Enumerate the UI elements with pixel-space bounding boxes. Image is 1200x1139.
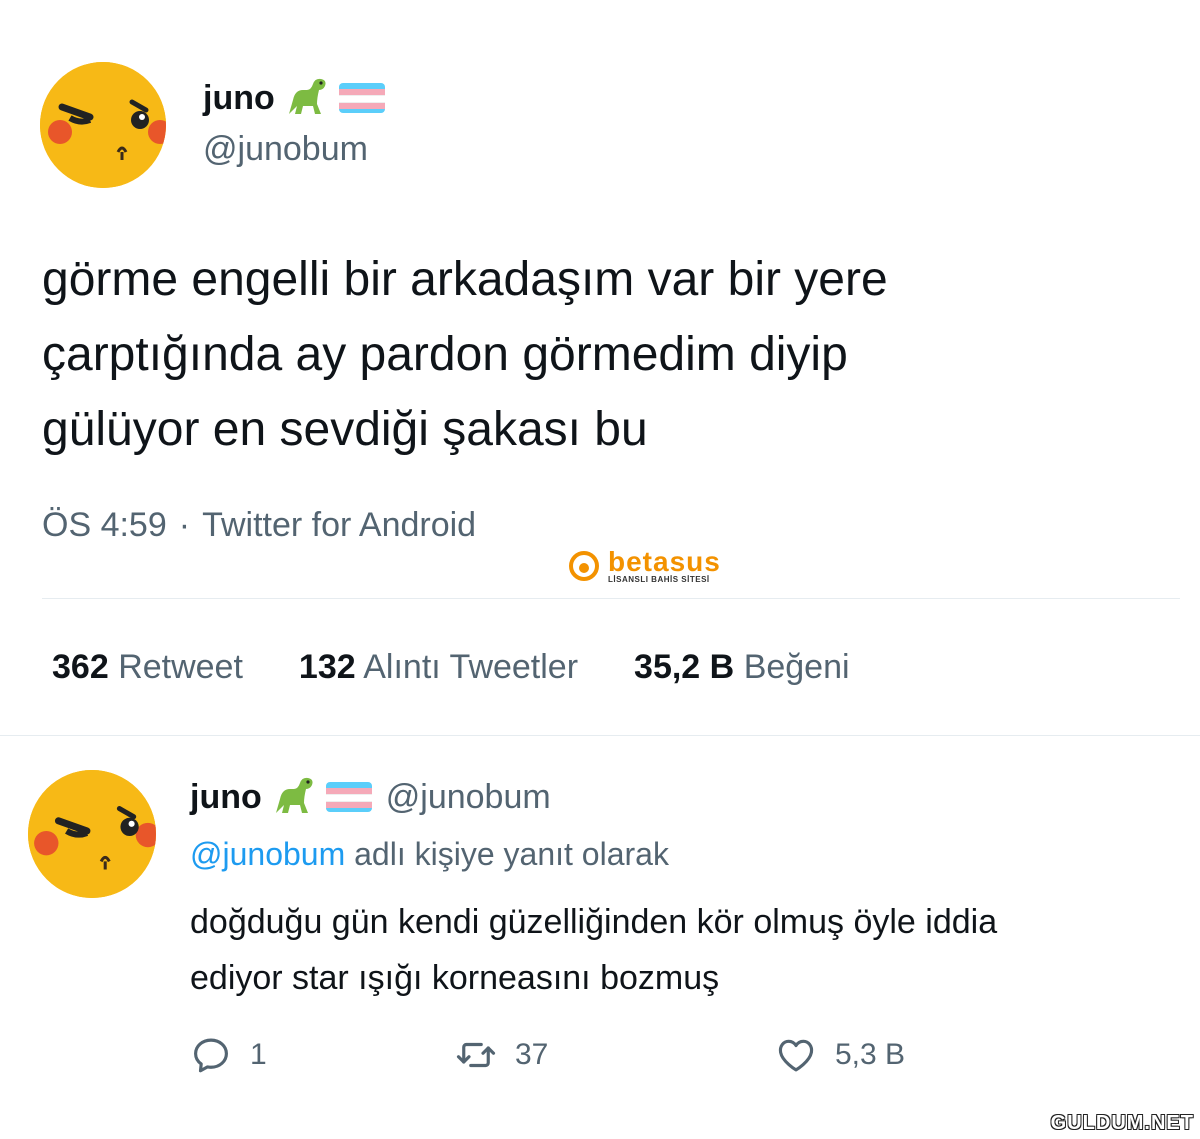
tweet-meta: ÖS 4:59 · Twitter for Android bbox=[42, 506, 476, 545]
tweet-text-line: çarptığında ay pardon görmedim diyip bbox=[42, 328, 848, 381]
tweet-text-line: gülüyor en sevdiği şakası bu bbox=[42, 403, 648, 456]
trans-flag-icon bbox=[325, 782, 372, 812]
reply-text: doğduğu gün kendi güzelliğinden kör olmu… bbox=[190, 894, 997, 1006]
reply-button[interactable]: 1 bbox=[190, 1034, 455, 1076]
tweet-time[interactable]: ÖS 4:59 bbox=[42, 506, 167, 545]
avatar-face-icon bbox=[40, 62, 166, 188]
tweet-source[interactable]: Twitter for Android bbox=[202, 506, 476, 545]
tweet-text-line: görme engelli bir arkadaşım var bir yere bbox=[42, 253, 888, 306]
retweet-count: 37 bbox=[515, 1038, 549, 1071]
reply-actions: 1 37 5,3 B bbox=[190, 1034, 950, 1076]
tweet-text: görme engelli bir arkadaşım var bir yere… bbox=[42, 242, 888, 467]
retweet-stat[interactable]: 362 Retweet bbox=[52, 648, 243, 687]
reply-icon bbox=[194, 1038, 228, 1073]
reply-avatar[interactable] bbox=[28, 770, 156, 898]
brand-logo-icon bbox=[569, 551, 599, 581]
brand-watermark: betasus LİSANSLI BAHİS SİTESİ bbox=[568, 548, 721, 584]
reply-context: @junobum adlı kişiye yanıt olarak bbox=[190, 836, 669, 873]
quote-count: 132 bbox=[298, 648, 356, 686]
tweet-stats: 362 Retweet 132 Alıntı Tweetler 35,2 B B… bbox=[52, 648, 850, 687]
reply-text-line: doğduğu gün kendi güzelliğinden kör olmu… bbox=[190, 903, 998, 941]
display-name[interactable]: juno bbox=[203, 79, 275, 118]
reply-header: juno @junobum bbox=[190, 774, 551, 820]
retweet-count: 362 bbox=[52, 648, 109, 686]
brand-name: betasus bbox=[608, 546, 721, 577]
quote-label: Alıntı Tweetler bbox=[363, 648, 579, 686]
retweet-label: Retweet bbox=[118, 648, 243, 686]
reply-to-handle[interactable]: @junobum bbox=[190, 836, 345, 872]
like-label: Beğeni bbox=[743, 648, 850, 686]
reply-handle[interactable]: @junobum bbox=[386, 778, 551, 817]
reply-text-line: ediyor star ışığı korneasını bozmuş bbox=[190, 959, 720, 997]
dinosaur-icon bbox=[272, 775, 316, 820]
corner-watermark: GULDUM.NET bbox=[1050, 1112, 1194, 1134]
meta-separator: · bbox=[178, 506, 191, 544]
handle[interactable]: @junobum bbox=[203, 130, 368, 169]
divider bbox=[42, 598, 1180, 599]
retweet-icon bbox=[456, 1042, 496, 1068]
reply-display-name[interactable]: juno bbox=[190, 778, 262, 817]
reply-count: 1 bbox=[250, 1038, 267, 1071]
like-stat[interactable]: 35,2 B Beğeni bbox=[634, 648, 850, 687]
reply-to-label: adlı kişiye yanıt olarak bbox=[354, 836, 669, 872]
like-icon bbox=[778, 1039, 814, 1072]
divider bbox=[0, 735, 1200, 736]
retweet-button[interactable]: 37 bbox=[455, 1034, 775, 1076]
like-count: 5,3 B bbox=[835, 1038, 906, 1071]
like-button[interactable]: 5,3 B bbox=[775, 1034, 905, 1076]
avatar[interactable] bbox=[40, 62, 166, 188]
trans-flag-icon bbox=[338, 83, 385, 113]
tweet-header: juno bbox=[203, 75, 385, 121]
brand-tagline: LİSANSLI BAHİS SİTESİ bbox=[608, 575, 710, 584]
avatar-face-icon bbox=[28, 770, 156, 898]
quote-stat[interactable]: 132 Alıntı Tweetler bbox=[299, 648, 578, 687]
dinosaur-icon bbox=[285, 76, 329, 121]
like-count: 35,2 B bbox=[634, 648, 735, 686]
